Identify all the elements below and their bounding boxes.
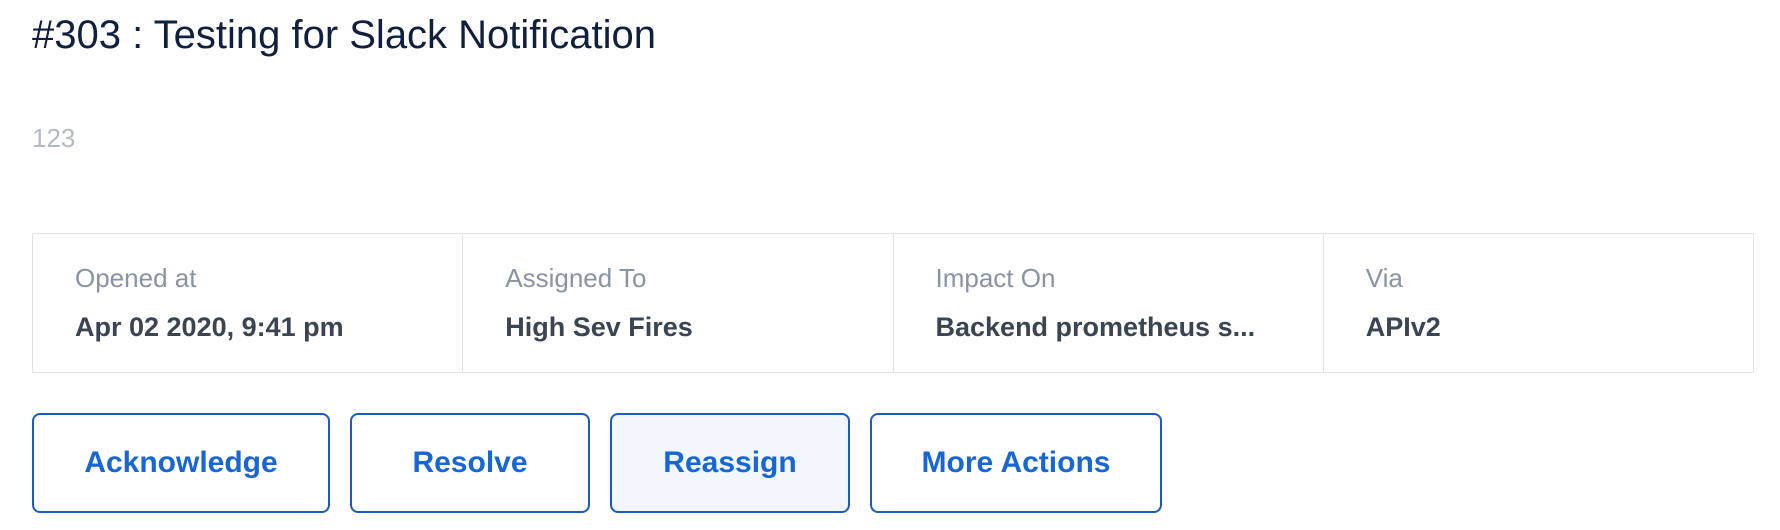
detail-label: Assigned To (505, 263, 647, 293)
incident-description: 123 (32, 123, 76, 153)
incident-page: #303 : Testing for Slack Notification 12… (0, 0, 1780, 530)
detail-label: Via (1365, 263, 1403, 293)
more-actions-button[interactable]: More Actions (870, 413, 1162, 513)
detail-value: Apr 02 2020, 9:41 pm (75, 312, 344, 342)
detail-label: Impact On (935, 263, 1056, 293)
detail-opened-at: Opened at Apr 02 2020, 9:41 pm (33, 234, 464, 372)
detail-assigned-to: Assigned To High Sev Fires (463, 234, 894, 372)
acknowledge-button[interactable]: Acknowledge (32, 413, 330, 513)
resolve-button[interactable]: Resolve (350, 413, 590, 513)
detail-via: Via APIv2 (1324, 234, 1753, 372)
incident-title: #303 : Testing for Slack Notification (32, 13, 657, 57)
detail-impact-on: Impact On Backend prometheus s... (894, 234, 1324, 372)
incident-actions: Acknowledge Resolve Reassign More Action… (32, 413, 1162, 513)
detail-value: High Sev Fires (505, 312, 693, 342)
reassign-button[interactable]: Reassign (610, 413, 850, 513)
detail-value: Backend prometheus s... (935, 312, 1256, 342)
detail-value: APIv2 (1365, 312, 1441, 342)
detail-label: Opened at (75, 263, 197, 293)
incident-details-panel: Opened at Apr 02 2020, 9:41 pm Assigned … (32, 233, 1754, 373)
